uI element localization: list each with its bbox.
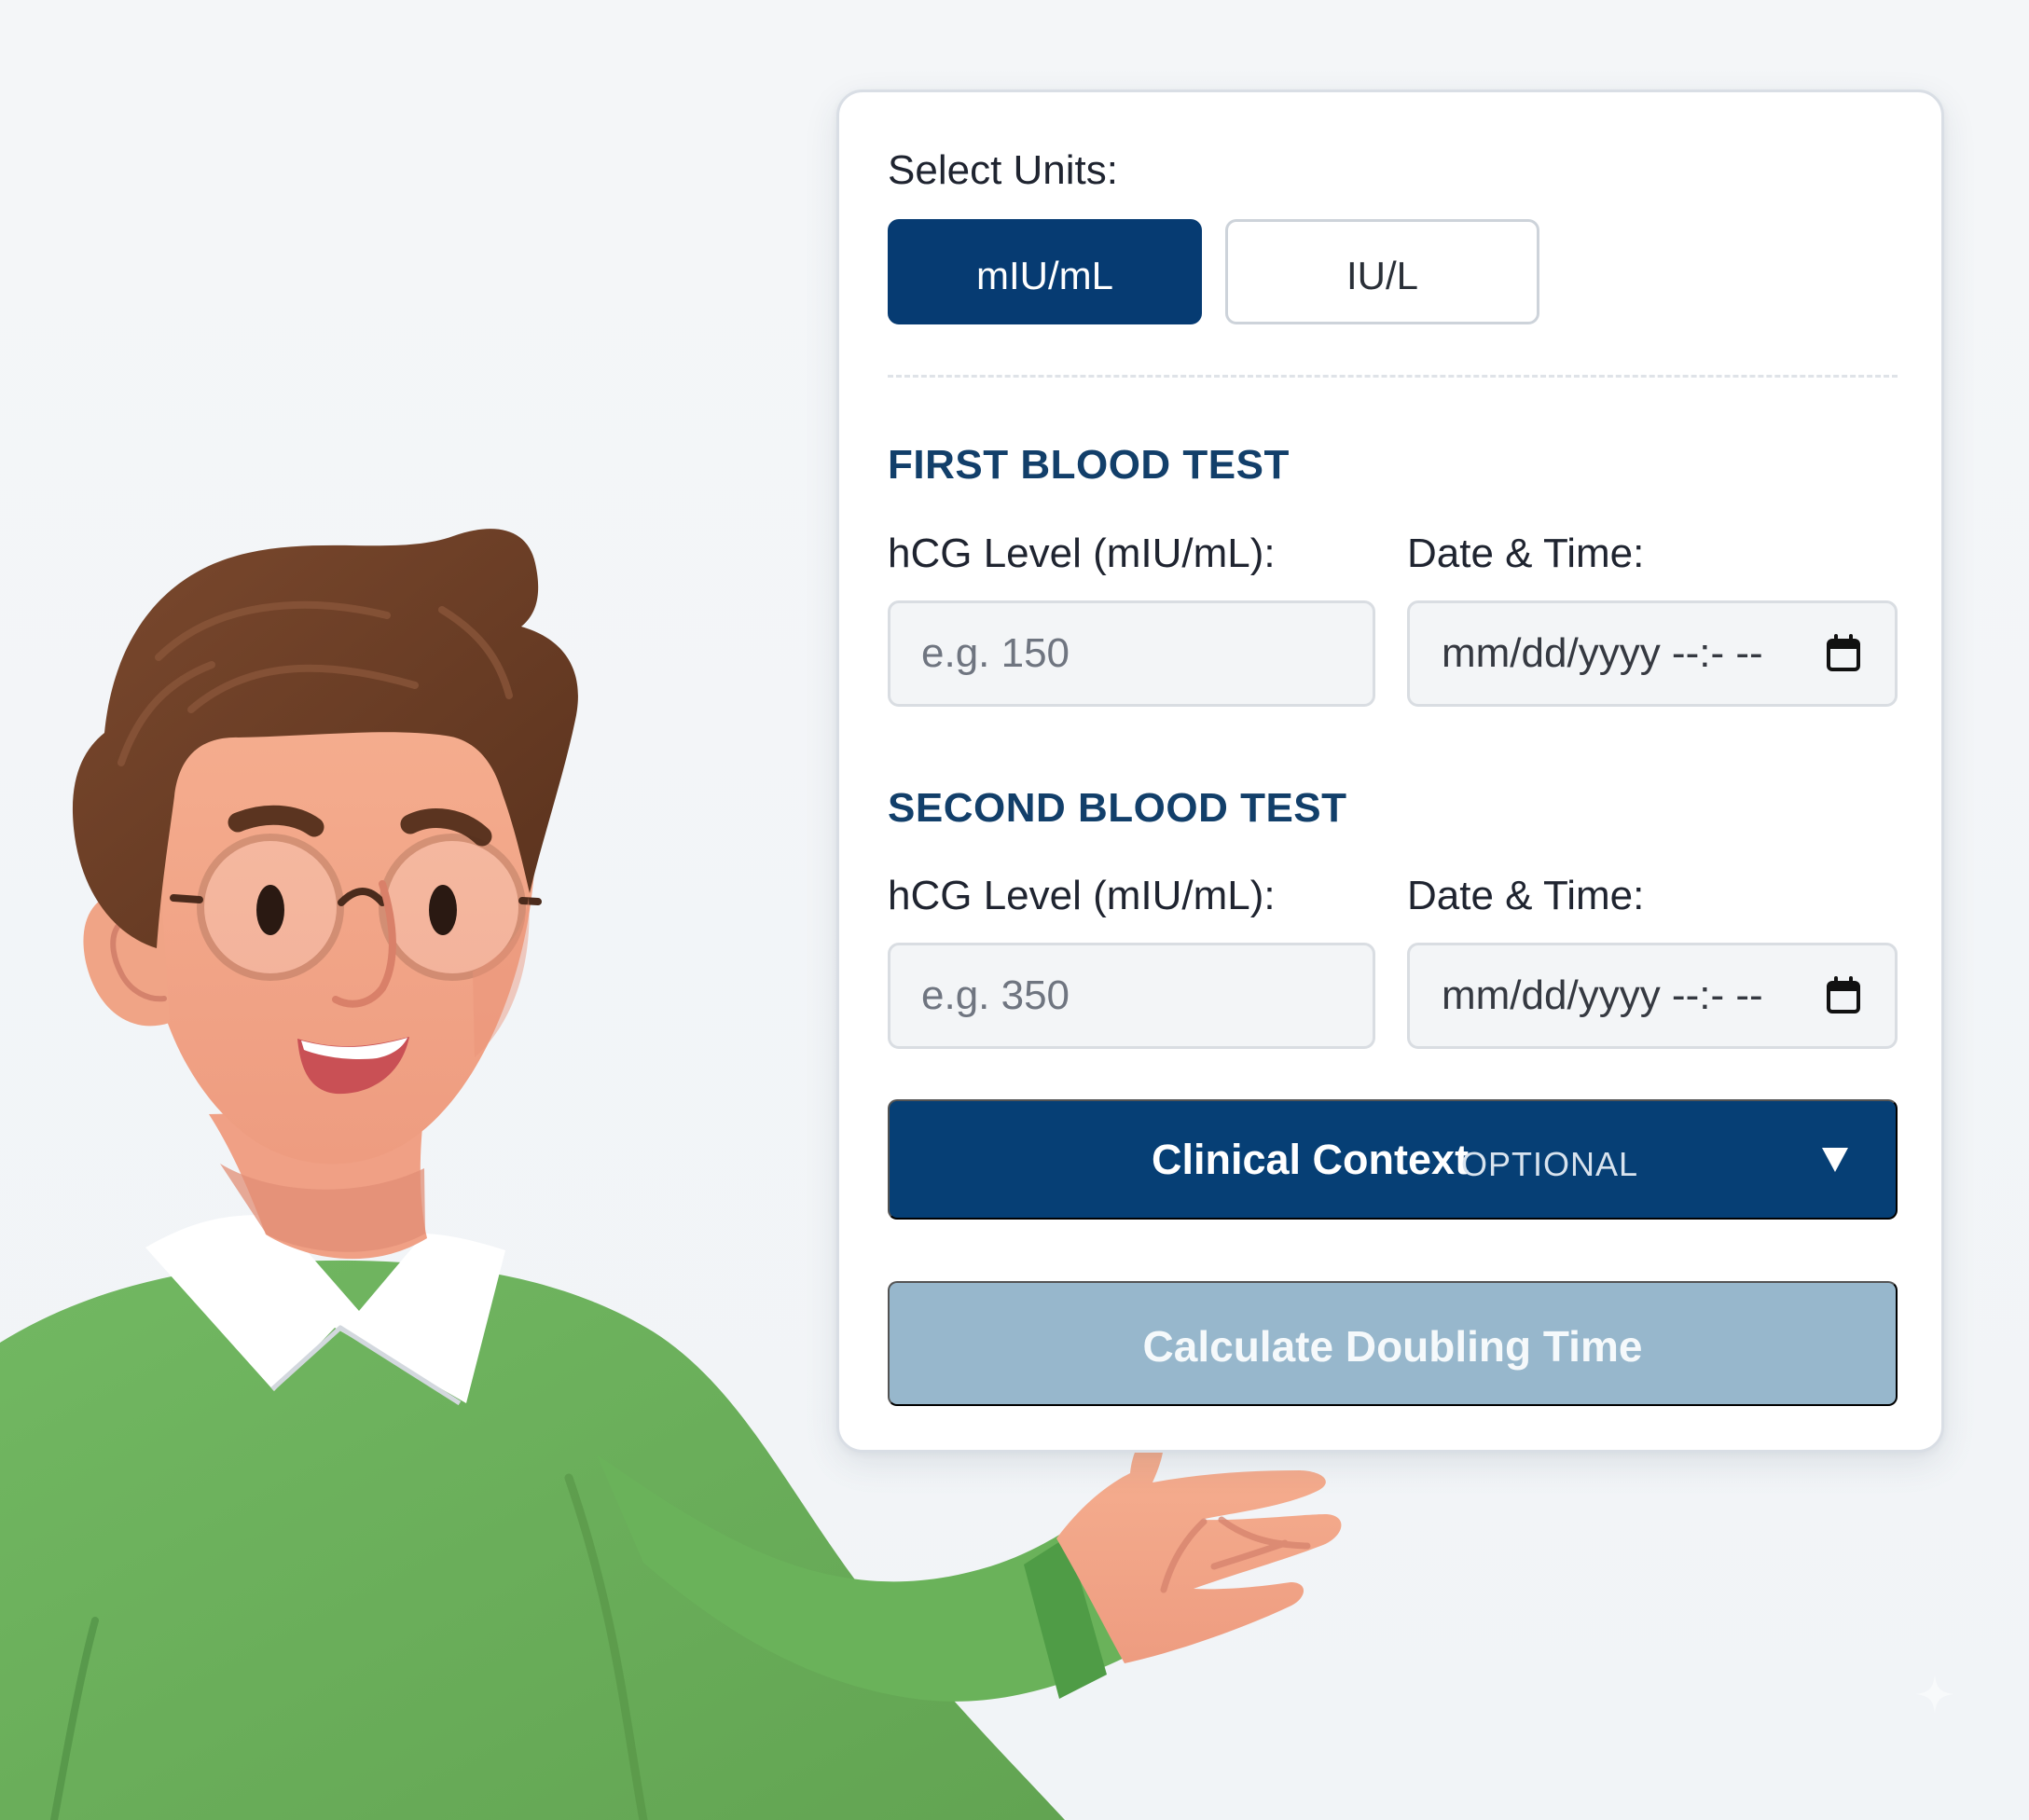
calculate-doubling-time-button[interactable]: Calculate Doubling Time — [888, 1281, 1898, 1406]
unit-mIU-mL-button[interactable]: mIU/mL — [888, 219, 1202, 324]
sparkle-icon — [1916, 1675, 1953, 1713]
app-screen: Select Units: mIU/mL IU/L FIRST BLOOD TE… — [0, 0, 2029, 1820]
second-date-time-label: Date & Time: — [1407, 873, 1645, 918]
first-date-time-label: Date & Time: — [1407, 531, 1645, 576]
unit-IU-L-button[interactable]: IU/L — [1225, 219, 1539, 324]
second-hcg-level-input[interactable] — [921, 945, 1342, 1046]
section-divider — [888, 375, 1898, 378]
second-date-time-field[interactable]: mm/dd/yyyy --:- -- — [1407, 943, 1898, 1049]
first-hcg-level-label: hCG Level (mIU/mL): — [888, 531, 1276, 576]
first-hcg-level-input[interactable] — [921, 603, 1342, 704]
calculator-card: Select Units: mIU/mL IU/L FIRST BLOOD TE… — [836, 90, 1944, 1453]
left-eye — [256, 885, 284, 935]
clinical-context-toggle[interactable]: Clinical Context OPTIONAL — [888, 1099, 1898, 1220]
first-blood-test-title: FIRST BLOOD TEST — [888, 442, 1290, 488]
second-hcg-level-label: hCG Level (mIU/mL): — [888, 873, 1276, 918]
right-eye — [429, 885, 457, 935]
chevron-down-icon[interactable] — [1820, 1146, 1850, 1174]
first-date-time-field[interactable]: mm/dd/yyyy --:- -- — [1407, 600, 1898, 707]
second-hcg-level-field[interactable] — [888, 943, 1375, 1049]
first-date-time-value: mm/dd/yyyy --:- -- — [1442, 630, 1763, 676]
second-date-time-value: mm/dd/yyyy --:- -- — [1442, 972, 1763, 1018]
calendar-icon[interactable] — [1825, 976, 1862, 1015]
second-blood-test-title: SECOND BLOOD TEST — [888, 785, 1347, 831]
clinical-context-title: Clinical Context — [1152, 1136, 1470, 1183]
first-hcg-level-field[interactable] — [888, 600, 1375, 707]
calendar-icon[interactable] — [1825, 634, 1862, 673]
select-units-label: Select Units: — [888, 147, 1118, 193]
clinical-context-optional-badge: OPTIONAL — [1461, 1145, 1639, 1183]
